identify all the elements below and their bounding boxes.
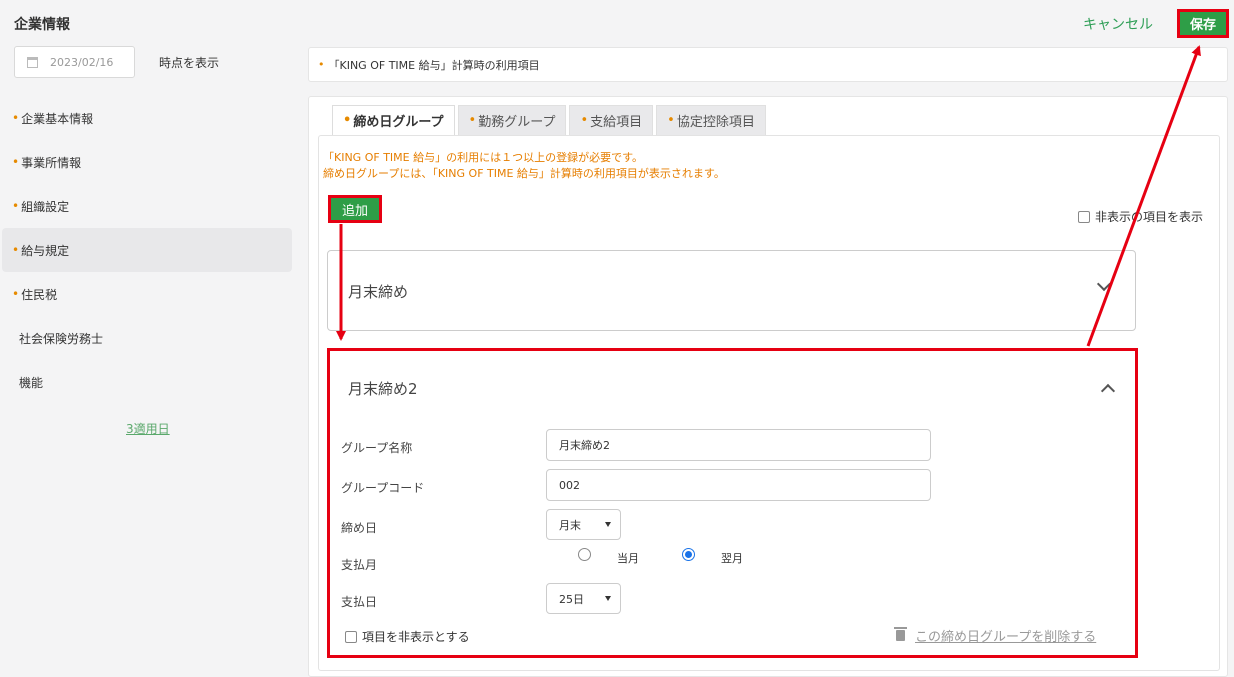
group-name-label: グループ名称 [341, 441, 413, 455]
bullet-icon: • [667, 113, 675, 128]
pay-month-radio-next[interactable] [682, 548, 695, 561]
pay-month-radio-current[interactable] [578, 548, 591, 561]
add-button[interactable]: 追加 [328, 195, 382, 223]
cancel-button[interactable]: キャンセル [1083, 14, 1153, 34]
sidebar-item-label: 給与規定 [21, 243, 70, 258]
tab-payment-items[interactable]: • 支給項目 [569, 105, 654, 135]
bullet-icon: • [12, 199, 20, 213]
chevron-up-icon[interactable] [1100, 383, 1116, 399]
group-title: 月末締め2 [348, 380, 418, 398]
pay-day-value: 25日 [559, 592, 584, 606]
chevron-down-icon[interactable] [1096, 276, 1112, 292]
tab-work-group[interactable]: • 勤務グループ [457, 105, 567, 135]
pay-day-select[interactable]: 25日 [546, 583, 621, 614]
group-name-input[interactable]: 月末締め2 [546, 429, 931, 461]
main-panel: • 締め日グループ • 勤務グループ • 支給項目 • 協定控除項目 「KING OF … [308, 96, 1228, 677]
bullet-icon: • [12, 111, 20, 125]
closing-day-select[interactable]: 月末 [546, 509, 621, 540]
trash-icon [894, 627, 907, 641]
pay-month-label: 支払月 [341, 558, 378, 572]
tab-deduction-items[interactable]: • 協定控除項目 [656, 105, 766, 135]
sidebar-item-payroll-rules[interactable]: • 給与規定 [2, 228, 292, 272]
date-value: 2023/02/16 [50, 55, 114, 69]
tab-label: 勤務グループ [478, 115, 556, 130]
delete-group-label: この締め日グループを削除する [915, 630, 1097, 645]
closing-day-value: 月末 [559, 518, 581, 532]
apply-date-link[interactable]: 3適用日 [126, 420, 170, 437]
notice-banner: • 「KING OF TIME 給与」計算時の利用項目 [308, 47, 1228, 82]
bullet-icon: • [12, 243, 20, 257]
sidebar-item-label: 住民税 [21, 287, 58, 302]
info-message-line: 締め日グループには、「KING OF TIME 給与」計算時の利用項目が表示され… [323, 167, 725, 180]
bullet-icon: • [580, 113, 589, 128]
sidebar-item-label: 機能 [19, 375, 44, 390]
save-button[interactable]: 保存 [1177, 9, 1229, 38]
bullet-icon: • [12, 155, 20, 169]
tab-content: 「KING OF TIME 給与」の利用には１つ以上の登録が必要です。 締め日グ… [318, 135, 1220, 671]
app-title: 企業情報 [14, 17, 70, 33]
closing-day-label: 締め日 [341, 521, 378, 535]
sidebar-item-resident-tax[interactable]: • 住民税 [2, 272, 292, 316]
notice-text: 「KING OF TIME 給与」計算時の利用項目 [328, 58, 540, 72]
group-code-input[interactable]: 002 [546, 469, 931, 501]
tab-bar: • 締め日グループ • 勤務グループ • 支給項目 • 協定控除項目 [332, 105, 766, 135]
bullet-icon: • [343, 113, 352, 128]
dropdown-arrow-icon [605, 596, 611, 601]
pay-month-option-label: 翌月 [721, 552, 743, 565]
show-hidden-toggle[interactable]: 非表示の項目を表示 [1078, 208, 1203, 225]
info-message: 「KING OF TIME 給与」の利用には１つ以上の登録が必要です。 締め日グ… [323, 150, 725, 182]
checkbox[interactable] [345, 630, 357, 643]
bullet-icon: • [12, 287, 20, 301]
time-point-label: 時点を表示 [159, 56, 220, 70]
group-code-label: グループコード [341, 481, 425, 495]
sidebar-item-label: 事業所情報 [21, 155, 82, 170]
group-card-expanded: 月末締め2 グループ名称 月末締め2 グループコード 002 締め日 月末 支払… [327, 348, 1138, 658]
sidebar-item-company-basic[interactable]: • 企業基本情報 [2, 96, 292, 140]
tab-label: 協定控除項目 [676, 115, 755, 130]
sidebar-item-label: 企業基本情報 [21, 111, 94, 126]
tab-label: 支給項目 [590, 115, 643, 130]
show-hidden-label: 非表示の項目を表示 [1095, 210, 1204, 224]
sidebar-item-label: 組織設定 [21, 199, 70, 214]
dropdown-arrow-icon [605, 522, 611, 527]
sidebar-item-office[interactable]: • 事業所情報 [2, 140, 292, 184]
pay-day-label: 支払日 [341, 595, 378, 609]
date-picker[interactable]: 2023/02/16 [14, 46, 135, 78]
sidebar-item-features[interactable]: 機能 [2, 360, 292, 404]
info-message-line: 「KING OF TIME 給与」の利用には１つ以上の登録が必要です。 [323, 151, 643, 164]
bullet-icon: • [468, 113, 477, 128]
group-card-collapsed[interactable]: 月末締め [327, 250, 1136, 331]
sidebar-item-organization[interactable]: • 組織設定 [2, 184, 292, 228]
checkbox[interactable] [1078, 210, 1090, 223]
sidebar-item-label: 社会保険労務士 [19, 331, 104, 346]
hide-item-label: 項目を非表示とする [362, 630, 470, 644]
sidebar-item-labor-consultant[interactable]: 社会保険労務士 [2, 316, 292, 360]
hide-item-toggle[interactable]: 項目を非表示とする [345, 628, 470, 645]
tab-label: 締め日グループ [353, 115, 444, 130]
tab-closing-group[interactable]: • 締め日グループ [332, 105, 455, 135]
delete-group-link[interactable]: この締め日グループを削除する [894, 626, 1097, 645]
sidebar: • 企業基本情報 • 事業所情報 • 組織設定 • 給与規定 • 住民税 社会保険労務士 … [2, 96, 292, 404]
calendar-icon [27, 56, 38, 68]
bullet-icon: • [318, 58, 325, 71]
pay-month-option-label: 当月 [617, 552, 639, 565]
group-title: 月末締め [348, 283, 409, 301]
